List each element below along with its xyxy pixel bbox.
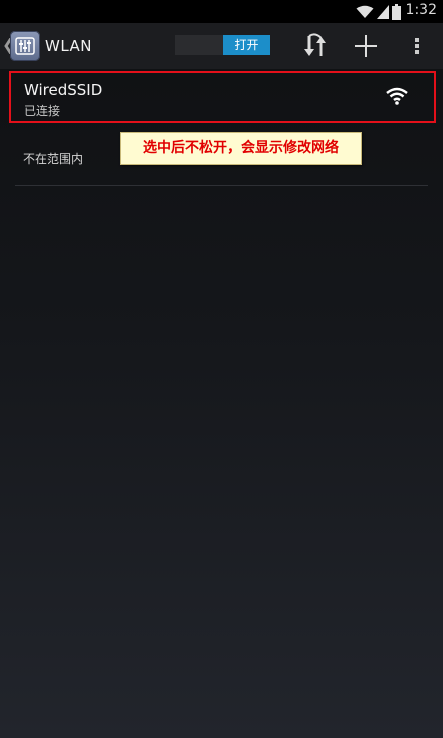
wps-refresh-button[interactable] xyxy=(300,32,330,60)
overflow-menu-button[interactable] xyxy=(402,32,432,60)
status-icons xyxy=(356,3,401,20)
page-title: WLAN xyxy=(45,37,93,55)
cell-signal-icon xyxy=(377,4,389,19)
network-item-wiredssid[interactable]: WiredSSID 已连接 xyxy=(9,71,436,123)
wifi-signal-icon xyxy=(386,87,408,105)
wlan-toggle[interactable]: 打开 xyxy=(175,35,270,55)
network-status: 已连接 xyxy=(24,104,61,118)
settings-app-icon[interactable] xyxy=(10,31,40,61)
add-network-button[interactable] xyxy=(351,32,381,60)
toggle-on-label: 打开 xyxy=(223,35,270,55)
battery-icon xyxy=(392,3,401,20)
clock: 1:32 xyxy=(405,2,437,18)
network-ssid: WiredSSID xyxy=(24,81,103,99)
action-bar: ❮ WLAN 打开 xyxy=(0,23,443,69)
overflow-menu-icon xyxy=(415,38,419,54)
status-bar: 1:32 xyxy=(0,0,443,23)
wifi-status-icon xyxy=(356,5,374,18)
out-of-range-label: 不在范围内 xyxy=(23,152,84,166)
list-divider xyxy=(15,185,428,186)
sliders-icon xyxy=(15,37,35,55)
annotation-tooltip: 选中后不松开，会显示修改网络 xyxy=(120,132,362,165)
wps-refresh-icon xyxy=(304,33,326,56)
add-icon xyxy=(355,35,377,57)
